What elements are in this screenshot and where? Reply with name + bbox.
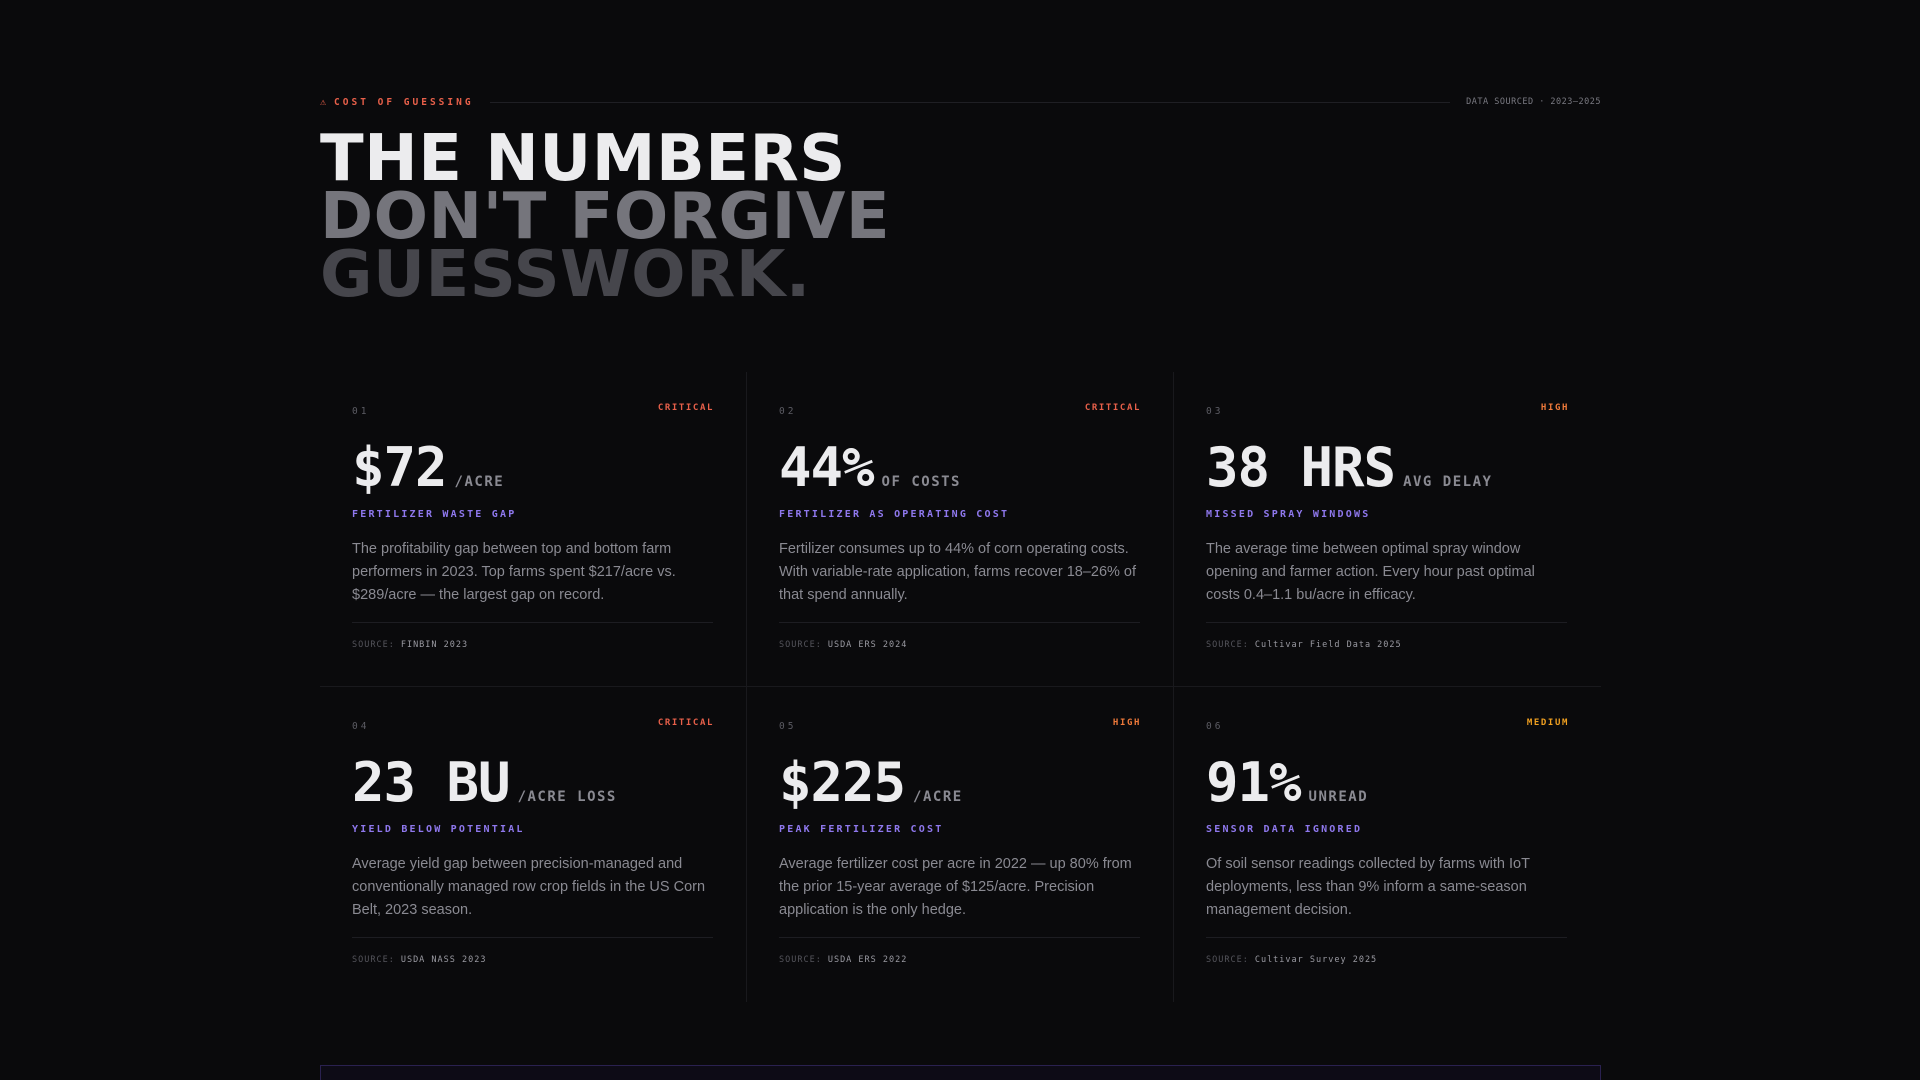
severity-badge: MEDIUM xyxy=(1526,718,1569,728)
metric-unit: AVG DELAY xyxy=(1403,474,1493,490)
title-line-3: GUESSWORK. xyxy=(320,238,811,312)
source-prefix: SOURCE: xyxy=(1206,955,1249,965)
card-description: The profitability gap between top and bo… xyxy=(352,541,676,603)
card-metric: 23 BU /ACRE LOSS xyxy=(352,751,617,815)
stat-card: 02 CRITICAL 44% OF COSTS FERTILIZER AS O… xyxy=(747,372,1174,687)
card-index: 02 xyxy=(779,406,797,417)
card-index: 01 xyxy=(352,406,370,417)
card-description: Average yield gap between precision-mana… xyxy=(352,856,706,918)
source-value: USDA ERS 2024 xyxy=(827,640,908,650)
card-metric: $225 /ACRE xyxy=(779,751,963,815)
source-value: FINBIN 2023 xyxy=(400,640,469,650)
header-divider xyxy=(489,101,1451,103)
metric-unit: /ACRE LOSS xyxy=(517,789,617,805)
metric-value: $72 xyxy=(352,436,448,499)
metric-unit: /ACRE xyxy=(454,474,505,490)
section-header: ⚠ COST OF GUESSING DATA SOURCED · 2023–2… xyxy=(320,94,1601,110)
card-label: FERTILIZER WASTE GAP xyxy=(352,509,517,520)
card-description: Average fertilizer cost per acre in 2022… xyxy=(779,856,1132,918)
metric-value: 23 BU xyxy=(352,751,511,814)
section-kicker: ⚠ COST OF GUESSING xyxy=(320,97,474,108)
stat-card: 06 MEDIUM 91% UNREAD SENSOR DATA IGNORED… xyxy=(1174,687,1601,1002)
stat-card-grid: 01 CRITICAL $72 /ACRE FERTILIZER WASTE G… xyxy=(320,372,1601,1002)
card-divider xyxy=(352,622,713,623)
source-prefix: SOURCE: xyxy=(1206,640,1249,650)
card-source: SOURCE: Cultivar Field Data 2025 xyxy=(1206,640,1402,650)
card-source: SOURCE: USDA ERS 2024 xyxy=(779,640,907,650)
card-metric: 91% UNREAD xyxy=(1206,751,1368,815)
card-index: 04 xyxy=(352,721,370,732)
source-value: Cultivar Field Data 2025 xyxy=(1254,640,1402,650)
card-divider xyxy=(1206,937,1567,938)
card-description: The average time between optimal spray w… xyxy=(1206,541,1535,603)
card-source: SOURCE: USDA NASS 2023 xyxy=(352,955,486,965)
card-index: 05 xyxy=(779,721,797,732)
source-prefix: SOURCE: xyxy=(352,955,395,965)
card-description: Fertilizer consumes up to 44% of corn op… xyxy=(779,541,1137,603)
next-section-panel xyxy=(320,1065,1601,1080)
card-label: FERTILIZER AS OPERATING COST xyxy=(779,509,1010,520)
card-divider xyxy=(779,622,1140,623)
metric-value: 91% xyxy=(1206,751,1302,814)
card-source: SOURCE: Cultivar Survey 2025 xyxy=(1206,955,1377,965)
source-prefix: SOURCE: xyxy=(779,640,822,650)
card-metric: 38 HRS AVG DELAY xyxy=(1206,436,1492,500)
source-value: USDA ERS 2022 xyxy=(827,955,908,965)
stat-card: 05 HIGH $225 /ACRE PEAK FERTILIZER COST … xyxy=(747,687,1174,1002)
card-description: Of soil sensor readings collected by far… xyxy=(1206,856,1530,918)
metric-unit: /ACRE xyxy=(913,789,963,805)
card-divider xyxy=(352,937,713,938)
warning-icon: ⚠ xyxy=(320,96,327,108)
kicker-text: COST OF GUESSING xyxy=(334,96,474,108)
data-sourced-note: DATA SOURCED · 2023–2025 xyxy=(1466,97,1601,107)
source-prefix: SOURCE: xyxy=(779,955,822,965)
card-index: 06 xyxy=(1206,721,1224,732)
metric-value: 38 HRS xyxy=(1206,436,1396,499)
card-label: YIELD BELOW POTENTIAL xyxy=(352,824,525,835)
card-source: SOURCE: USDA ERS 2022 xyxy=(779,955,907,965)
card-label: MISSED SPRAY WINDOWS xyxy=(1206,509,1371,520)
severity-badge: CRITICAL xyxy=(657,403,714,413)
card-label: PEAK FERTILIZER COST xyxy=(779,824,944,835)
severity-badge: HIGH xyxy=(1540,403,1569,413)
card-divider xyxy=(1206,622,1567,623)
stat-card: 04 CRITICAL 23 BU /ACRE LOSS YIELD BELOW… xyxy=(320,687,747,1002)
source-value: Cultivar Survey 2025 xyxy=(1254,955,1378,965)
metric-unit: OF COSTS xyxy=(881,474,961,490)
page: ⚠ COST OF GUESSING DATA SOURCED · 2023–2… xyxy=(0,0,1920,1080)
card-metric: 44% OF COSTS xyxy=(779,436,961,500)
page-title: THE NUMBERS DON'T FORGIVE GUESSWORK. xyxy=(320,127,890,312)
severity-badge: CRITICAL xyxy=(1084,403,1141,413)
stat-card: 03 HIGH 38 HRS AVG DELAY MISSED SPRAY WI… xyxy=(1174,372,1601,687)
severity-badge: HIGH xyxy=(1112,718,1141,728)
metric-value: $225 xyxy=(779,751,906,814)
card-divider xyxy=(779,937,1140,938)
card-source: SOURCE: FINBIN 2023 xyxy=(352,640,468,650)
metric-value: 44% xyxy=(779,436,875,499)
metric-unit: UNREAD xyxy=(1308,789,1369,805)
source-value: USDA NASS 2023 xyxy=(400,955,487,965)
stat-card: 01 CRITICAL $72 /ACRE FERTILIZER WASTE G… xyxy=(320,372,747,687)
card-label: SENSOR DATA IGNORED xyxy=(1206,824,1363,835)
severity-badge: CRITICAL xyxy=(657,718,714,728)
source-prefix: SOURCE: xyxy=(352,640,395,650)
card-index: 03 xyxy=(1206,406,1224,417)
card-metric: $72 /ACRE xyxy=(352,436,504,500)
